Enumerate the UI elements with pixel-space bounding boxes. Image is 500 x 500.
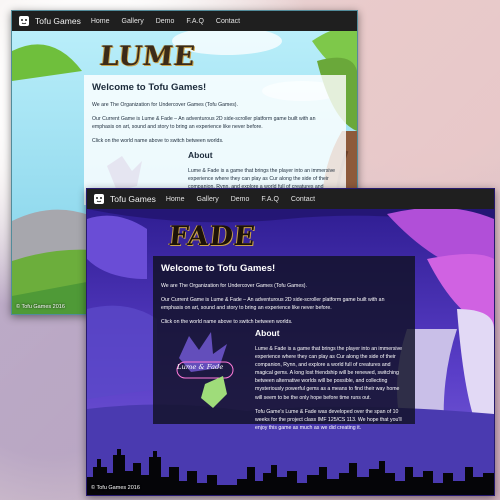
nav-demo[interactable]: Demo [231,196,250,203]
current-game-text: Our Current Game is Lume & Fade – An adv… [92,115,316,130]
about-title: About [188,150,213,160]
intro-text: We are The Organization for Undercover G… [92,101,238,108]
brand-name: Tofu Games [35,16,81,26]
current-game-text: Our Current Game is Lume & Fade – An adv… [161,296,385,311]
welcome-title: Welcome to Tofu Games! [161,263,276,274]
fade-content-box: Welcome to Tofu Games! We are The Organi… [153,256,415,431]
game-logo-text: Lume & Fade [177,363,224,371]
nav-gallery[interactable]: Gallery [122,18,144,25]
tofu-logo-icon [94,194,104,204]
fade-world-screenshot: Tofu Games Home Gallery Demo F.A.Q Conta… [86,188,495,496]
intro-text: We are The Organization for Undercover G… [161,282,307,289]
welcome-title: Welcome to Tofu Games! [92,82,207,93]
nav-gallery[interactable]: Gallery [197,196,219,203]
fade-world-logo[interactable]: FADE [167,221,257,252]
dev-text: Tofu Game's Lume & Fade was developed ov… [255,408,402,431]
fade-nav-links: Home Gallery Demo F.A.Q Contact [166,196,315,203]
lume-nav-links: Home Gallery Demo F.A.Q Contact [91,18,240,25]
nav-contact[interactable]: Contact [291,196,315,203]
fade-footer: © Tofu Games 2016 [91,485,140,491]
about-section: About Lume & Fade is a game that brings … [255,327,407,432]
fade-navbar: Tofu Games Home Gallery Demo F.A.Q Conta… [87,189,494,209]
about-title: About [255,328,280,338]
nav-demo[interactable]: Demo [156,18,175,25]
lume-world-logo[interactable]: LUME [98,41,197,72]
nav-home[interactable]: Home [91,18,110,25]
nav-faq[interactable]: F.A.Q [261,196,279,203]
tofu-logo-icon [19,16,29,26]
fade-brand[interactable]: Tofu Games [87,193,166,205]
click-hint-text: Click on the world name above to switch … [161,319,293,326]
nav-home[interactable]: Home [166,196,185,203]
nav-contact[interactable]: Contact [216,18,240,25]
about-text: Lume & Fade is a game that brings the pl… [255,346,403,401]
lume-content-box: Welcome to Tofu Games! We are The Organi… [84,75,346,205]
brand-name: Tofu Games [110,194,156,204]
nav-faq[interactable]: F.A.Q [186,18,204,25]
lume-brand[interactable]: Tofu Games [12,15,91,27]
lume-navbar: Tofu Games Home Gallery Demo F.A.Q Conta… [12,11,357,31]
city-skyline-silhouette [87,449,494,495]
click-hint-text: Click on the world name above to switch … [92,138,224,145]
lume-footer: © Tofu Games 2016 [16,304,65,310]
